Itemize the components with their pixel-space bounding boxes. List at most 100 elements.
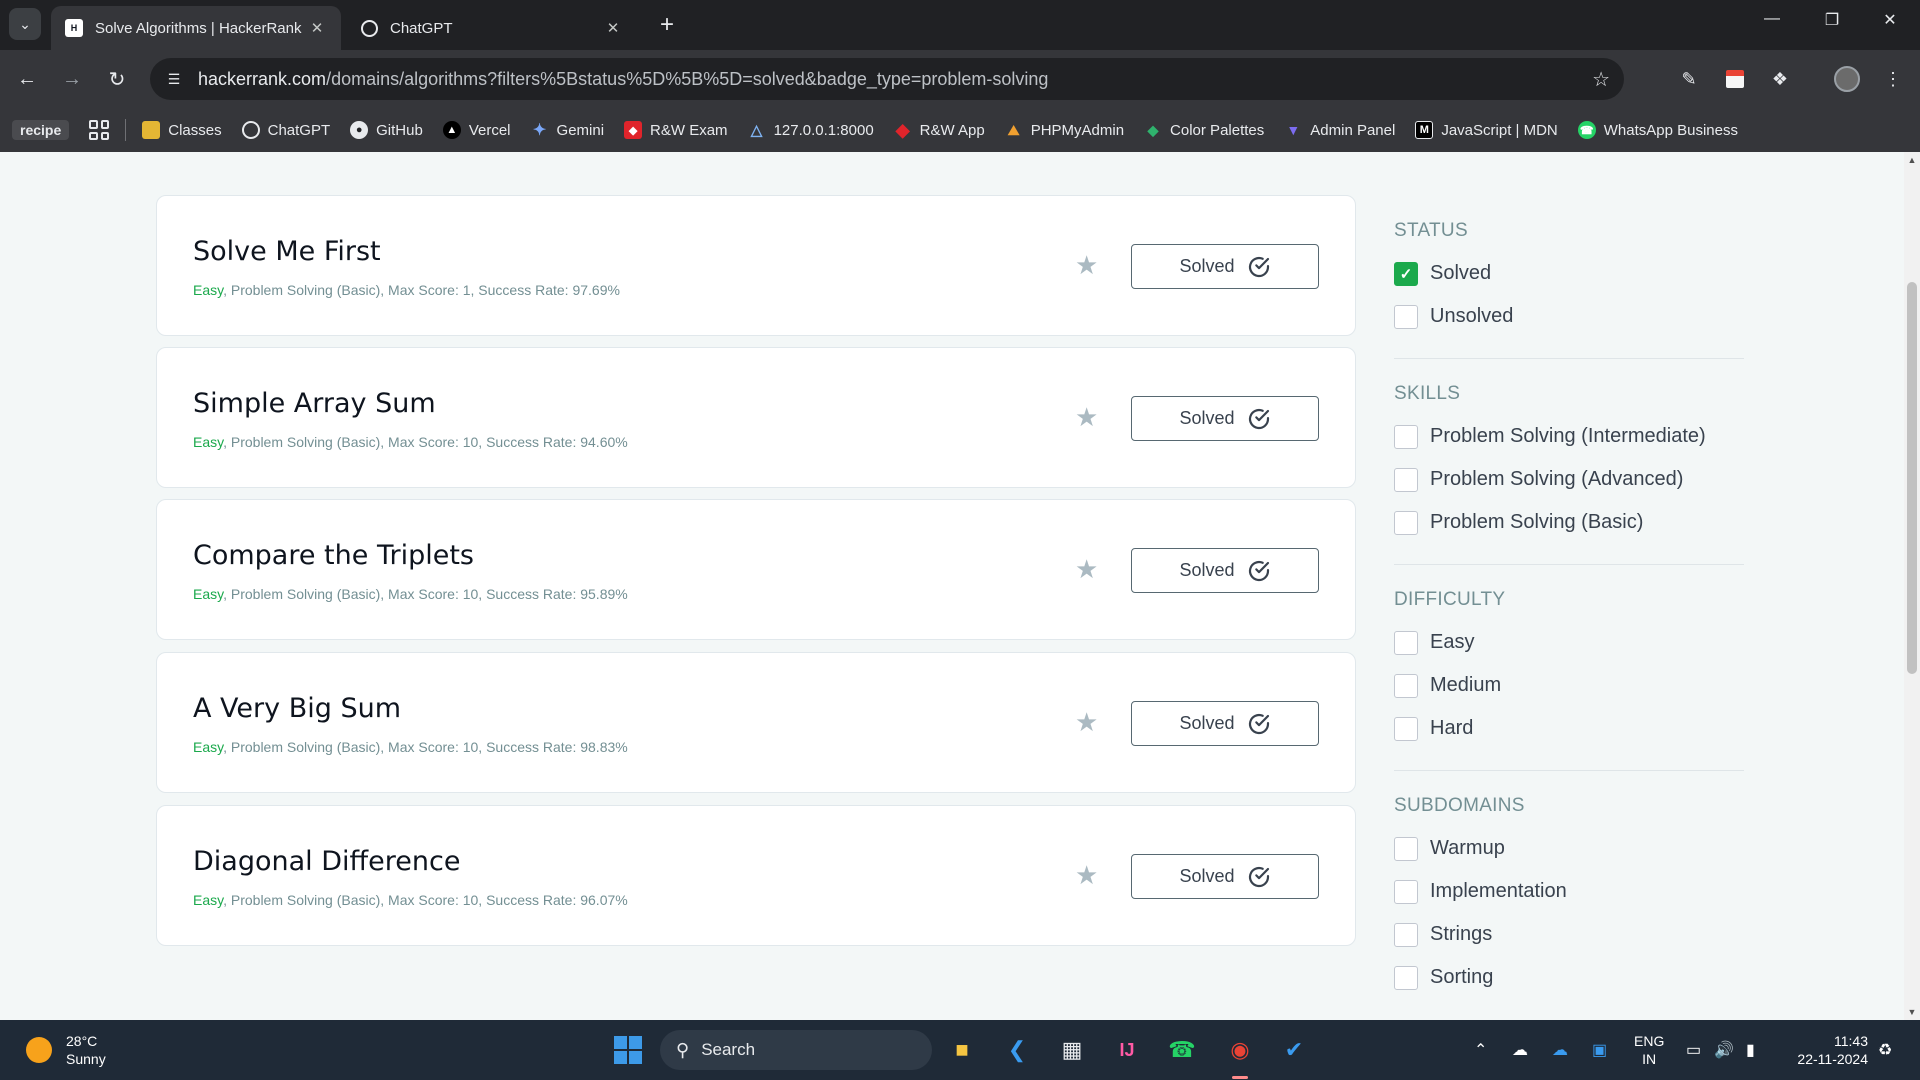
checkbox[interactable]: [1394, 965, 1418, 990]
window-close-button[interactable]: ✕: [1870, 10, 1910, 30]
defender-icon[interactable]: ▣: [1592, 1040, 1607, 1060]
filter-skill-basic[interactable]: Problem Solving (Basic): [1394, 501, 1744, 544]
filter-subdomain-strings[interactable]: Strings: [1394, 913, 1744, 956]
onedrive-blue-cloud-icon[interactable]: ☁: [1552, 1040, 1568, 1060]
close-icon[interactable]: ✕: [603, 19, 623, 37]
filter-subdomain-implementation[interactable]: Implementation: [1394, 870, 1744, 913]
solved-button[interactable]: Solved: [1131, 244, 1319, 289]
challenge-title[interactable]: A Very Big Sum: [193, 693, 401, 724]
bookmark-color-palettes[interactable]: ◆ Color Palettes: [1144, 121, 1265, 139]
bookmark-rw-exam[interactable]: ◆ R&W Exam: [624, 121, 728, 139]
filter-difficulty-easy[interactable]: Easy: [1394, 621, 1744, 664]
network-icon[interactable]: ▭: [1686, 1040, 1701, 1060]
filter-difficulty-medium[interactable]: Medium: [1394, 664, 1744, 707]
apps-grid-icon[interactable]: [89, 120, 110, 140]
challenge-title[interactable]: Compare the Triplets: [193, 540, 474, 571]
page-scrollbar[interactable]: ▲ ▼: [1904, 152, 1920, 1020]
challenge-card[interactable]: Simple Array Sum Easy, Problem Solving (…: [156, 347, 1356, 488]
chevron-up-icon[interactable]: ⌃: [1474, 1040, 1487, 1060]
file-explorer-icon[interactable]: ■: [944, 1032, 980, 1068]
bookmark-star-icon[interactable]: ★: [1075, 707, 1098, 738]
checkbox[interactable]: [1394, 304, 1418, 329]
tab-hackerrank[interactable]: H Solve Algorithms | HackerRank ✕: [51, 6, 341, 50]
tab-search-button[interactable]: ⌄: [9, 8, 41, 40]
start-button[interactable]: [610, 1032, 646, 1068]
solved-button[interactable]: Solved: [1131, 548, 1319, 593]
clock[interactable]: 11:43 22-11-2024: [1786, 1032, 1868, 1068]
checkbox[interactable]: [1394, 673, 1418, 698]
bookmark-mdn[interactable]: M JavaScript | MDN: [1415, 121, 1558, 139]
onedrive-cloud-icon[interactable]: ☁: [1512, 1040, 1528, 1060]
vscode-icon[interactable]: ❮: [999, 1032, 1035, 1068]
minimize-button[interactable]: —: [1752, 10, 1792, 28]
bookmark-star-icon[interactable]: ★: [1075, 554, 1098, 585]
checkbox[interactable]: [1394, 922, 1418, 947]
filter-status-unsolved[interactable]: Unsolved: [1394, 295, 1744, 338]
bookmark-star-icon[interactable]: ☆: [1592, 67, 1610, 92]
challenge-title[interactable]: Simple Array Sum: [193, 388, 436, 419]
solved-button[interactable]: Solved: [1131, 701, 1319, 746]
scroll-down-arrow-icon[interactable]: ▼: [1904, 1004, 1920, 1020]
tab-chatgpt[interactable]: ChatGPT ✕: [347, 6, 637, 50]
battery-icon[interactable]: ▮: [1746, 1040, 1755, 1060]
checkbox[interactable]: [1394, 836, 1418, 861]
checkbox[interactable]: [1394, 879, 1418, 904]
checkbox-checked-icon[interactable]: ✓: [1394, 261, 1418, 286]
bookmark-star-icon[interactable]: ★: [1075, 402, 1098, 433]
checkbox[interactable]: [1394, 510, 1418, 535]
challenge-card[interactable]: Solve Me First Easy, Problem Solving (Ba…: [156, 195, 1356, 336]
challenge-card[interactable]: A Very Big Sum Easy, Problem Solving (Ba…: [156, 652, 1356, 793]
bookmark-vercel[interactable]: ▲ Vercel: [442, 121, 511, 139]
language-indicator[interactable]: ENG IN: [1634, 1032, 1664, 1068]
intellij-icon[interactable]: IJ: [1109, 1032, 1145, 1068]
profile-avatar[interactable]: [1834, 66, 1860, 92]
todo-icon[interactable]: ✔: [1276, 1032, 1312, 1068]
notification-bell-icon[interactable]: ♻: [1878, 1040, 1892, 1060]
filter-status-solved[interactable]: ✓ Solved: [1394, 252, 1744, 295]
challenge-title[interactable]: Solve Me First: [193, 236, 381, 267]
filter-subdomain-sorting[interactable]: Sorting: [1394, 956, 1744, 999]
bookmark-star-icon[interactable]: ★: [1075, 860, 1098, 891]
scrollbar-thumb[interactable]: [1907, 282, 1917, 674]
bookmark-recipe[interactable]: recipe: [12, 120, 70, 140]
url-text[interactable]: hackerrank.com/domains/algorithms?filter…: [198, 69, 1048, 90]
bookmark-classes[interactable]: Classes: [142, 121, 222, 139]
pen-extension-icon[interactable]: ✎: [1676, 66, 1702, 92]
filter-subdomain-warmup[interactable]: Warmup: [1394, 827, 1744, 870]
microsoft-store-icon[interactable]: ▦: [1054, 1032, 1090, 1068]
new-tab-button[interactable]: +: [652, 10, 682, 40]
checkbox[interactable]: [1394, 630, 1418, 655]
bookmark-rw-app[interactable]: ◆ R&W App: [894, 120, 985, 140]
menu-kebab-icon[interactable]: ⋮: [1880, 66, 1906, 92]
solved-button[interactable]: Solved: [1131, 396, 1319, 441]
bookmark-admin-panel[interactable]: ▼ Admin Panel: [1284, 121, 1395, 139]
checkbox[interactable]: [1394, 716, 1418, 741]
filter-skill-intermediate[interactable]: Problem Solving (Intermediate): [1394, 415, 1744, 458]
solved-button[interactable]: Solved: [1131, 854, 1319, 899]
filter-skill-advanced[interactable]: Problem Solving (Advanced): [1394, 458, 1744, 501]
forward-button[interactable]: →: [57, 64, 87, 94]
scroll-up-arrow-icon[interactable]: ▲: [1904, 152, 1920, 168]
restore-button[interactable]: ❐: [1812, 10, 1852, 30]
close-icon[interactable]: ✕: [307, 19, 327, 37]
address-bar[interactable]: ☰ hackerrank.com/domains/algorithms?filt…: [150, 58, 1624, 100]
bookmark-phpmyadmin[interactable]: ⛰ PHPMyAdmin: [1005, 121, 1124, 139]
volume-icon[interactable]: 🔊: [1714, 1040, 1734, 1060]
filter-difficulty-hard[interactable]: Hard: [1394, 707, 1744, 750]
chrome-icon[interactable]: ◉: [1222, 1032, 1258, 1068]
bookmark-gemini[interactable]: ✦ Gemini: [531, 121, 604, 140]
bookmark-star-icon[interactable]: ★: [1075, 250, 1098, 281]
bookmark-whatsapp-business[interactable]: ☎ WhatsApp Business: [1577, 121, 1738, 139]
challenge-card[interactable]: Compare the Triplets Easy, Problem Solvi…: [156, 499, 1356, 640]
bookmark-chatgpt[interactable]: ChatGPT: [241, 121, 330, 139]
challenge-title[interactable]: Diagonal Difference: [193, 846, 460, 877]
checkbox[interactable]: [1394, 424, 1418, 449]
bookmark-localhost[interactable]: △ 127.0.0.1:8000: [748, 121, 874, 140]
reload-button[interactable]: ↻: [102, 64, 132, 94]
bookmark-github[interactable]: ● GitHub: [350, 121, 423, 139]
back-button[interactable]: ←: [12, 64, 42, 94]
challenge-card[interactable]: Diagonal Difference Easy, Problem Solvin…: [156, 805, 1356, 946]
weather-widget[interactable]: 28°C Sunny: [26, 1032, 106, 1068]
extensions-puzzle-icon[interactable]: ❖: [1767, 66, 1793, 92]
checkbox[interactable]: [1394, 467, 1418, 492]
